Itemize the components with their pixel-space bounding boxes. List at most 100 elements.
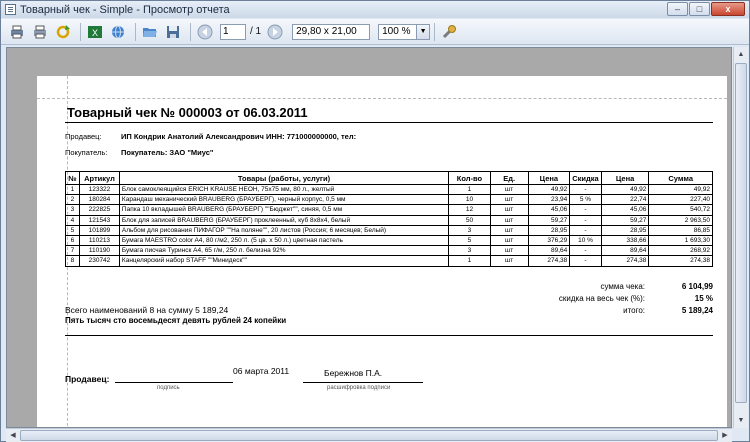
table-cell: 1 xyxy=(448,255,491,267)
save-icon xyxy=(167,25,179,38)
svg-text:X: X xyxy=(92,28,98,38)
window-title: Товарный чек - Simple - Просмотр отчета xyxy=(20,3,230,16)
open-button[interactable] xyxy=(140,22,160,42)
table-row: 5 101899 Альбом для рисования ПИФАГОР ""На… xyxy=(65,224,713,236)
total-label: итого: xyxy=(623,306,645,315)
table-cell: 180284 xyxy=(78,194,120,206)
items-table: № Артикул Товары (работы, услуги) Кол-во Ед.… xyxy=(65,171,713,267)
table-cell: 45,06 xyxy=(600,204,650,216)
export-web-button[interactable] xyxy=(108,22,128,42)
printer-icon xyxy=(34,25,46,38)
name-line xyxy=(303,382,423,383)
table-cell: 7 xyxy=(65,245,80,257)
close-button[interactable]: x xyxy=(711,2,745,16)
zoom-select[interactable]: 100 % ▼ xyxy=(378,23,431,40)
table-cell: 12 xyxy=(448,204,491,216)
total-value: 5 189,24 xyxy=(681,306,713,315)
column-header: Цена xyxy=(527,171,571,185)
sum-value: 6 104,99 xyxy=(681,282,713,291)
column-header: Артикул xyxy=(78,171,120,185)
settings-button[interactable] xyxy=(439,22,459,42)
table-cell: 89,64 xyxy=(527,245,571,257)
discount-label: скидка на весь чек (%): xyxy=(558,294,645,303)
name-caption: расшифровка подписи xyxy=(327,385,391,391)
table-cell: Блок самоклеящийся ERICH KRAUSE НЕОН, 75… xyxy=(118,183,450,196)
totals-block: сумма чека: 6 104,99 скидка на весь чек (… xyxy=(477,282,713,318)
table-cell: 110190 xyxy=(78,245,120,257)
table-cell: 2 xyxy=(65,194,80,206)
table-cell: 338,66 xyxy=(600,234,650,247)
table-cell: - xyxy=(569,224,602,236)
table-row: 7 110190 Бумага писчая Туринск А4, 65 г/м,… xyxy=(65,245,713,257)
table-cell: 274,38 xyxy=(648,255,713,267)
save-button[interactable] xyxy=(163,22,183,42)
table-cell: шт xyxy=(489,234,529,247)
table-cell: 3 xyxy=(448,245,491,257)
printer-settings-icon xyxy=(11,25,23,38)
report-viewport[interactable]: Товарный чек № 000003 от 06.03.2011 Прод… xyxy=(6,47,732,428)
table-cell: 49,92 xyxy=(600,183,650,196)
scroll-right-icon[interactable]: ▶ xyxy=(719,429,731,442)
table-cell: 101899 xyxy=(78,224,120,236)
table-cell: Карандаш механический BRAUBERG (БРАУБЕРГ… xyxy=(118,194,450,206)
prev-page-button[interactable] xyxy=(195,22,215,42)
table-cell: Альбом для рисования ПИФАГОР ""На поляне… xyxy=(118,224,450,236)
table-cell: - xyxy=(569,214,602,226)
refresh-button[interactable] xyxy=(53,22,73,42)
table-body: 1 123322 Блок самоклеящийся ERICH KRAUSE Н… xyxy=(65,183,713,267)
table-cell: 110213 xyxy=(78,234,120,247)
horizontal-scrollbar[interactable]: ◀ ▶ xyxy=(6,428,732,442)
table-row: 6 110213 Бумага MAESTRO color A4, 80 г/м2,… xyxy=(65,234,713,247)
table-cell: 5 xyxy=(448,234,491,247)
column-header: № xyxy=(65,171,80,185)
table-cell: 2 963,50 xyxy=(648,214,713,226)
vertical-scrollbar[interactable]: ▲ ▼ xyxy=(733,47,748,428)
column-header: Цена xyxy=(600,171,650,185)
table-cell: 123322 xyxy=(78,183,120,196)
refresh-icon xyxy=(56,24,70,38)
next-page-button[interactable] xyxy=(265,22,285,42)
table-cell: шт xyxy=(489,204,529,216)
signature-line xyxy=(115,382,233,383)
export-excel-button[interactable]: X xyxy=(85,22,105,42)
report-icon xyxy=(5,4,16,15)
table-cell: 1 xyxy=(65,183,80,196)
table-cell: - xyxy=(569,255,602,267)
table-cell: 540,72 xyxy=(648,204,713,216)
table-cell: 3 xyxy=(65,204,80,216)
table-cell: Папка 10 вкладышей BRAUBERG (БРАУБЕРГ) "… xyxy=(118,204,450,216)
title-bar: Товарный чек - Simple - Просмотр отчета … xyxy=(1,1,749,18)
scroll-thumb[interactable] xyxy=(735,63,747,403)
report-window: Товарный чек - Simple - Просмотр отчета … xyxy=(0,0,750,442)
table-cell: 5 xyxy=(65,224,80,236)
scroll-left-icon[interactable]: ◀ xyxy=(7,429,19,442)
scroll-thumb[interactable] xyxy=(20,430,718,441)
title-rule xyxy=(65,122,713,123)
table-cell: 86,85 xyxy=(648,224,713,236)
wrench-icon xyxy=(443,24,457,38)
table-row: 8 230742 Канцелярский набор STAFF ""Миниде… xyxy=(65,255,713,267)
items-count-line: Всего наименований 8 на сумму 5 189,24 xyxy=(65,305,229,315)
table-cell: 8 xyxy=(65,255,80,267)
print-button[interactable] xyxy=(30,22,50,42)
column-header: Кол-во xyxy=(448,171,491,185)
scroll-up-icon[interactable]: ▲ xyxy=(735,48,747,61)
table-cell: 1 xyxy=(448,183,491,196)
maximize-button[interactable]: □ xyxy=(689,2,710,16)
table-cell: 23,94 xyxy=(527,194,571,206)
scroll-down-icon[interactable]: ▼ xyxy=(735,414,747,427)
table-row: 3 222825 Папка 10 вкладышей BRAUBERG (БРАУ… xyxy=(65,204,713,216)
table-cell: Бумага писчая Туринск А4, 65 г/м, 250 л.… xyxy=(118,245,450,257)
table-cell: 121543 xyxy=(78,214,120,226)
table-cell: 6 xyxy=(65,234,80,247)
table-cell: Канцелярский набор STAFF ""Минидеск"" xyxy=(118,255,450,267)
table-cell: Бумага MAESTRO color A4, 80 г/м2, 250 л.… xyxy=(118,234,450,247)
table-cell: шт xyxy=(489,194,529,206)
table-header-row: № Артикул Товары (работы, услуги) Кол-во Ед.… xyxy=(65,171,713,185)
print-setup-button[interactable] xyxy=(7,22,27,42)
table-cell: 28,95 xyxy=(527,224,571,236)
minimize-button[interactable]: – xyxy=(667,2,688,16)
page-number-input[interactable]: 1 xyxy=(220,23,246,40)
chevron-down-icon[interactable]: ▼ xyxy=(416,24,430,39)
page-size-field[interactable]: 29,80 x 21,00 xyxy=(292,23,371,40)
